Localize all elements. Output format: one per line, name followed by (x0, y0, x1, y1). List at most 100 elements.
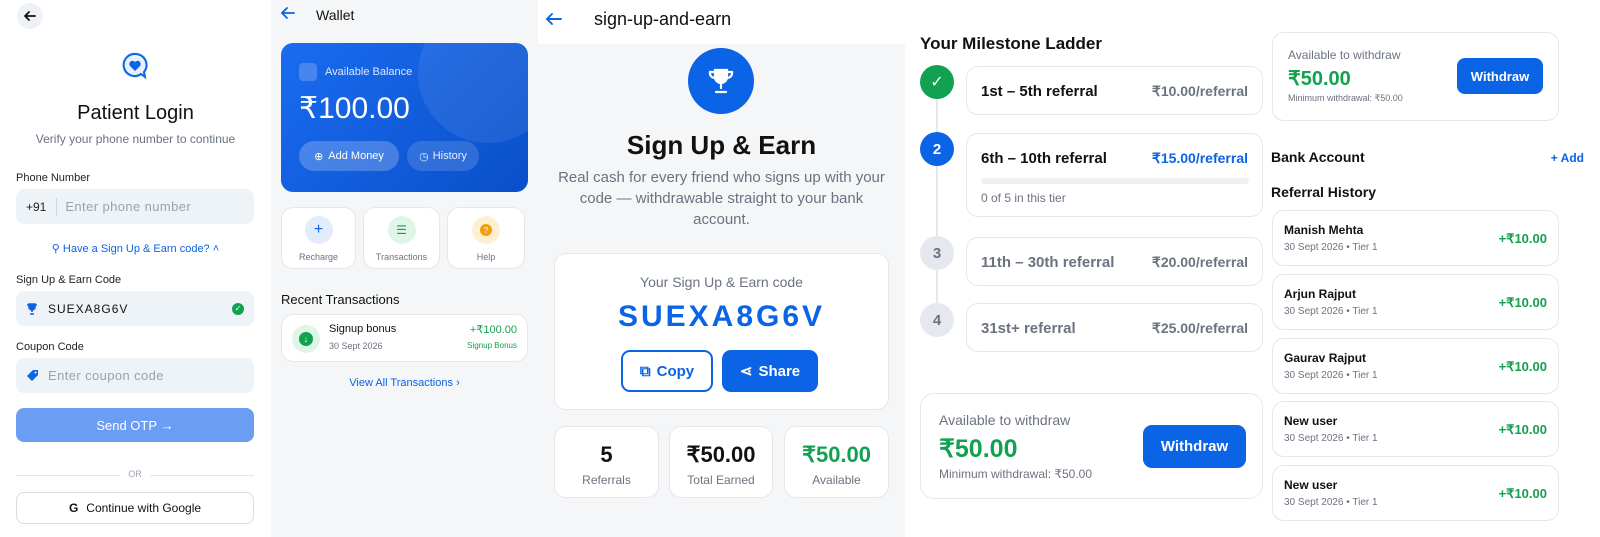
tier-badge-done: ✓ (920, 65, 954, 99)
plus-icon: + (304, 216, 333, 244)
chevron-right-icon: › (456, 377, 460, 389)
tier-badge: 4 (920, 303, 954, 337)
tier-label: 11th – 30th referral (981, 254, 1115, 271)
stat-label: Available (812, 473, 861, 487)
code-label: Sign Up & Earn Code (16, 274, 122, 286)
tier-card: 31st+ referral ₹25.00/referral (966, 303, 1263, 352)
milestone-ladder-screen: Your Milestone Ladder ✓ 1st – 5th referr… (905, 0, 1271, 537)
trophy-icon (27, 302, 37, 315)
list-icon: ☰ (387, 216, 416, 244)
page-subtitle: Verify your phone number to continue (35, 132, 236, 146)
withdraw-card-compact: Available to withdraw ₹50.00 Minimum wit… (1272, 32, 1559, 121)
stat-total-earned: ₹50.00 Total Earned (669, 426, 773, 498)
referral-code[interactable]: SUEXA8G6V (555, 300, 888, 334)
code-toggle-link[interactable]: ⚲ Have a Sign Up & Earn code? ˄ (0, 242, 271, 255)
referral-meta: 30 Sept 2026 • Tier 1 (1284, 306, 1378, 317)
transaction-row[interactable]: ↓ Signup bonus 30 Sept 2026 +₹100.00 Sig… (281, 314, 528, 362)
action-label: Transactions (375, 252, 428, 262)
add-bank-link[interactable]: + Add (1551, 151, 1584, 165)
withdraw-label: Available to withdraw (1288, 48, 1401, 62)
google-label: Continue with Google (86, 501, 202, 515)
coupon-field[interactable]: Enter coupon code (16, 358, 254, 393)
tier-number: 4 (932, 311, 942, 329)
action-recharge[interactable]: + Recharge (281, 207, 356, 269)
referral-row[interactable]: New user 30 Sept 2026 • Tier 1 +₹10.00 (1272, 465, 1559, 521)
copy-button[interactable]: ⧉ Copy (621, 350, 713, 392)
balance-amount: ₹100.00 (299, 92, 410, 125)
share-button[interactable]: ⋖ Share (722, 350, 818, 392)
tier-progress-track (981, 178, 1249, 184)
withdraw-button[interactable]: Withdraw (1143, 425, 1246, 468)
transaction-amount: +₹100.00 (469, 324, 517, 336)
or-label: OR (120, 469, 150, 479)
referral-amount: +₹10.00 (1498, 422, 1547, 437)
tier-card: 1st – 5th referral ₹10.00/referral (966, 66, 1263, 115)
recent-title: Recent Transactions (281, 292, 400, 307)
view-all-link[interactable]: View All Transactions › (271, 377, 538, 389)
history-button[interactable]: ◷ History (407, 141, 479, 171)
referral-name: Arjun Rajput (1284, 287, 1356, 301)
tier-label: 1st – 5th referral (981, 83, 1098, 100)
withdraw-button[interactable]: Withdraw (1457, 58, 1543, 94)
phone-input-placeholder[interactable]: Enter phone number (65, 199, 191, 214)
help-icon: ? (472, 216, 500, 244)
action-help[interactable]: ? Help (447, 207, 525, 269)
code-card-label: Your Sign Up & Earn code (640, 274, 803, 290)
arrow-down-circle-icon: ↓ (292, 325, 320, 353)
back-button[interactable] (545, 10, 563, 28)
tier-card-current: 6th – 10th referral ₹15.00/referral 0 of… (966, 133, 1263, 217)
tier-rate: ₹20.00/referral (1151, 254, 1248, 270)
country-code[interactable]: +91 (26, 200, 46, 214)
tier-rate: ₹15.00/referral (1151, 150, 1248, 166)
tier-label: 31st+ referral (981, 320, 1076, 337)
referral-amount: +₹10.00 (1498, 295, 1547, 310)
code-field[interactable]: SUEXA8G6V ✓ (16, 291, 254, 326)
withdraw-amount: ₹50.00 (1288, 68, 1351, 90)
action-label: Help (476, 252, 496, 262)
send-otp-button[interactable]: Send OTP → (16, 408, 254, 442)
transaction-date: 30 Sept 2026 (329, 341, 383, 351)
stat-referrals: 5 Referrals (554, 426, 659, 498)
withdraw-min: Minimum withdrawal: ₹50.00 (939, 467, 1093, 481)
referral-meta: 30 Sept 2026 • Tier 1 (1284, 242, 1378, 253)
phone-field[interactable]: +91 Enter phone number (16, 189, 254, 224)
view-all-label: View All Transactions (349, 377, 453, 389)
arrow-right-icon: → (160, 417, 174, 433)
code-card: Your Sign Up & Earn code SUEXA8G6V ⧉ Copy… (554, 253, 889, 410)
referral-name: Gaurav Rajput (1284, 351, 1367, 365)
chevron-up-icon: ˄ (212, 243, 220, 255)
action-label: Recharge (298, 252, 339, 262)
stat-value: 5 (600, 442, 613, 467)
earn-title: Sign Up & Earn (626, 130, 817, 160)
balance-card: Available Balance ₹100.00 ⊕ Add Money ◷ Hi… (281, 43, 528, 192)
transaction-title: Signup bonus (329, 323, 397, 335)
send-otp-label: Send OTP (96, 417, 158, 433)
stat-available: ₹50.00 Available (784, 426, 889, 498)
referral-row[interactable]: New user 30 Sept 2026 • Tier 1 +₹10.00 (1272, 401, 1559, 457)
back-button[interactable] (280, 5, 300, 25)
referral-row[interactable]: Manish Mehta 30 Sept 2026 • Tier 1 +₹10.… (1272, 210, 1559, 266)
ladder-connector (936, 82, 938, 322)
transaction-tag: Signup Bonus (467, 341, 517, 350)
referral-row[interactable]: Gaurav Rajput 30 Sept 2026 • Tier 1 +₹10… (1272, 338, 1559, 394)
patient-login-screen: Patient Login Verify your phone number t… (0, 0, 271, 537)
sign-up-earn-screen: sign-up-and-earn Sign Up & Earn Real cas… (538, 0, 905, 537)
code-value[interactable]: SUEXA8G6V (48, 302, 128, 316)
referral-row[interactable]: Arjun Rajput 30 Sept 2026 • Tier 1 +₹10.… (1272, 274, 1559, 330)
tier-label: 6th – 10th referral (981, 150, 1107, 167)
stat-label: Total Earned (687, 473, 755, 487)
referral-name: New user (1284, 478, 1338, 492)
tag-icon (27, 370, 38, 381)
bank-account-title: Bank Account (1271, 149, 1365, 165)
withdraw-min: Minimum withdrawal: ₹50.00 (1288, 93, 1403, 103)
add-money-button[interactable]: ⊕ Add Money (299, 141, 399, 171)
add-money-label: Add Money (328, 150, 384, 162)
ladder-title: Your Milestone Ladder (920, 34, 1102, 53)
coupon-label: Coupon Code (16, 341, 84, 353)
action-transactions[interactable]: ☰ Transactions (363, 207, 440, 269)
coupon-input-placeholder[interactable]: Enter coupon code (48, 368, 164, 383)
google-button[interactable]: G Continue with Google (16, 492, 254, 524)
arrow-left-icon (545, 13, 562, 25)
tier-badge: 3 (920, 236, 954, 270)
back-button[interactable] (17, 3, 43, 29)
